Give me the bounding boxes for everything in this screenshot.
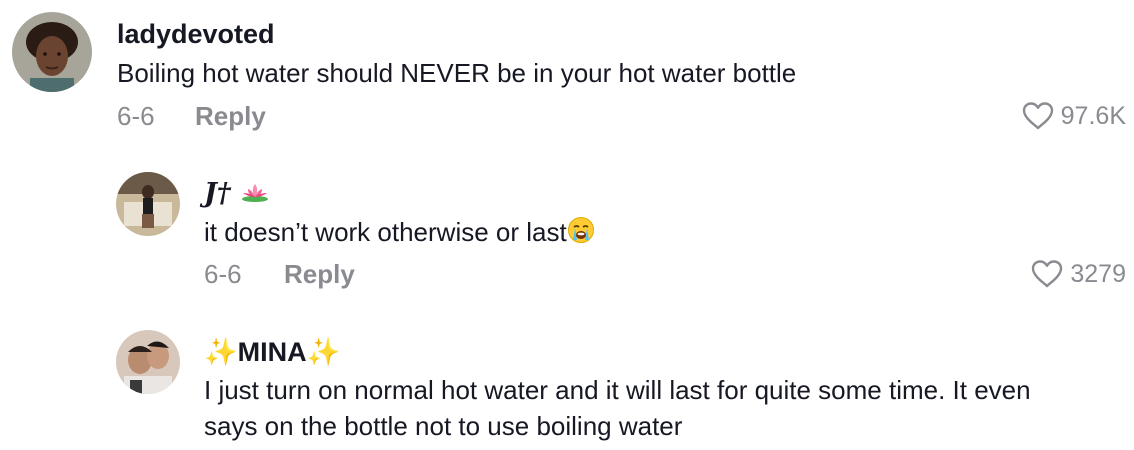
- avatar[interactable]: [116, 172, 180, 236]
- avatar[interactable]: [116, 330, 180, 394]
- comment-username[interactable]: J†: [204, 178, 270, 211]
- username-text: MINA: [237, 337, 307, 367]
- like-count: 3279: [1070, 260, 1126, 288]
- like-count: 97.6K: [1060, 102, 1126, 130]
- comment-text: Boiling hot water should NEVER be in you…: [117, 58, 797, 88]
- avatar[interactable]: [12, 12, 92, 92]
- user-avatar-image: [12, 12, 92, 92]
- username-text: J†: [204, 178, 231, 209]
- comment-text: I just turn on normal hot water and it w…: [204, 375, 1031, 441]
- lotus-emoji: [240, 179, 270, 211]
- comment-text-content: it doesn’t work otherwise or last: [204, 217, 567, 247]
- reply-button[interactable]: Reply: [195, 100, 266, 132]
- heart-outline-icon: [1021, 101, 1055, 131]
- user-avatar-image: [116, 330, 180, 394]
- loudly-crying-face-emoji: [567, 216, 595, 253]
- sparkles-emoji: ✨: [306, 337, 341, 367]
- comment-date: 6-6: [204, 259, 242, 289]
- comment-username[interactable]: ladydevoted: [117, 18, 275, 50]
- comment-text: it doesn’t work otherwise or last: [204, 214, 1084, 253]
- reply-button[interactable]: Reply: [284, 258, 355, 290]
- comment-username[interactable]: ✨MINA✨: [204, 336, 340, 368]
- like-button[interactable]: 3279: [1030, 258, 1126, 290]
- user-avatar-image: [116, 172, 180, 236]
- heart-outline-icon: [1030, 259, 1064, 289]
- comment-date: 6-6: [117, 101, 155, 131]
- like-button[interactable]: 97.6K: [1021, 100, 1126, 132]
- sparkles-emoji: ✨: [204, 337, 238, 367]
